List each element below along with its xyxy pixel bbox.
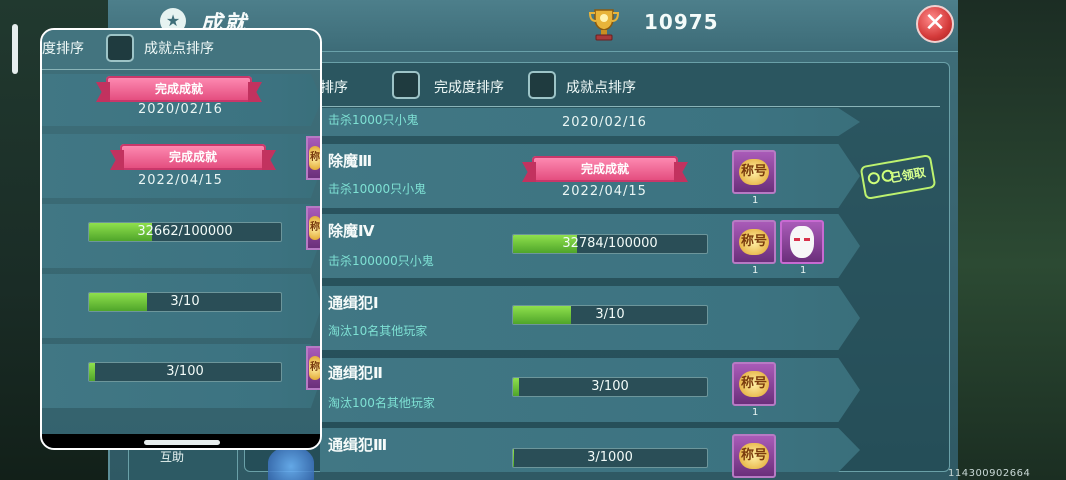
achievement-points: 10975 xyxy=(644,10,719,34)
sort-completion-checkbox[interactable] xyxy=(392,71,420,99)
complete-ribbon: 完成成就 xyxy=(532,156,678,182)
close-button[interactable]: ✕ xyxy=(916,5,954,43)
achievement-desc: 淘汰10名其他玩家 xyxy=(328,324,428,338)
achievement-desc: 淘汰100名其他玩家 xyxy=(328,396,435,410)
achievement-desc: 击杀1000只小鬼 xyxy=(328,113,419,127)
sort-divider xyxy=(320,106,940,107)
achievement-date: 2022/04/15 xyxy=(138,173,223,188)
float-sort-points-label: 成就点排序 xyxy=(144,41,214,57)
achievement-name: 通缉犯Ⅱ xyxy=(328,364,383,382)
title-reward-icon[interactable]: 称号 xyxy=(732,434,776,478)
progress-bar: 3/10 xyxy=(88,292,282,312)
title-reward-icon[interactable]: 称号 xyxy=(732,220,776,264)
achievement-date: 2020/02/16 xyxy=(138,102,223,117)
claimed-eyes-icon xyxy=(866,168,897,189)
title-reward-icon[interactable]: 称 xyxy=(306,346,320,390)
assist-icon xyxy=(268,446,314,480)
reward-count: 1 xyxy=(752,407,759,418)
progress-bar: 32784/100000 xyxy=(512,234,708,254)
reward-count: 1 xyxy=(800,265,807,276)
title-reward-icon[interactable]: 称号 xyxy=(732,362,776,406)
title-reward-icon[interactable]: 称号 xyxy=(732,150,776,194)
background-right xyxy=(958,0,1066,480)
float-sort-points-checkbox[interactable] xyxy=(106,34,134,62)
float-drag-handle[interactable] xyxy=(144,440,220,445)
progress-bar: 3/100 xyxy=(512,377,708,397)
assist-label: 互助 xyxy=(160,450,185,464)
sort-completion-label: 完成度排序 xyxy=(434,80,504,96)
achievement-name: 除魔Ⅳ xyxy=(328,222,375,240)
trophy-icon xyxy=(588,9,620,41)
progress-bar: 32662/100000 xyxy=(88,222,282,242)
achievement-desc: 击杀10000只小鬼 xyxy=(328,182,427,196)
reward-count: 1 xyxy=(752,195,759,206)
sort-points-label: 成就点排序 xyxy=(566,80,636,96)
complete-ribbon: 完成成就 xyxy=(120,144,266,170)
sort-points-checkbox[interactable] xyxy=(528,71,556,99)
fox-mask-reward-icon[interactable] xyxy=(780,220,824,264)
progress-bar: 3/100 xyxy=(88,362,282,382)
reward-count: 1 xyxy=(752,265,759,276)
achievement-date: 2022/04/15 xyxy=(562,184,647,199)
achievement-date: 2020/02/16 xyxy=(562,115,647,130)
float-sort-completion-label: 度排序 xyxy=(42,41,84,57)
progress-bar: 3/10 xyxy=(512,305,708,325)
achievement-name: 通缉犯Ⅲ xyxy=(328,436,388,454)
progress-bar: 3/1000 xyxy=(512,448,708,468)
title-reward-icon[interactable]: 称 xyxy=(306,206,320,250)
watermark-id: 114300902664 xyxy=(948,468,1031,479)
scroll-indicator xyxy=(12,24,18,74)
achievement-name: 通缉犯Ⅰ xyxy=(328,294,379,312)
achievement-desc: 击杀100000只小鬼 xyxy=(328,254,434,268)
floating-window[interactable]: 度排序 成就点排序 完成成就 2020/02/16 完成成就 2022/04/1… xyxy=(40,28,322,450)
complete-ribbon: 完成成就 xyxy=(106,76,252,102)
title-reward-icon[interactable]: 称 xyxy=(306,136,320,180)
achievement-name: 除魔Ⅲ xyxy=(328,152,373,170)
